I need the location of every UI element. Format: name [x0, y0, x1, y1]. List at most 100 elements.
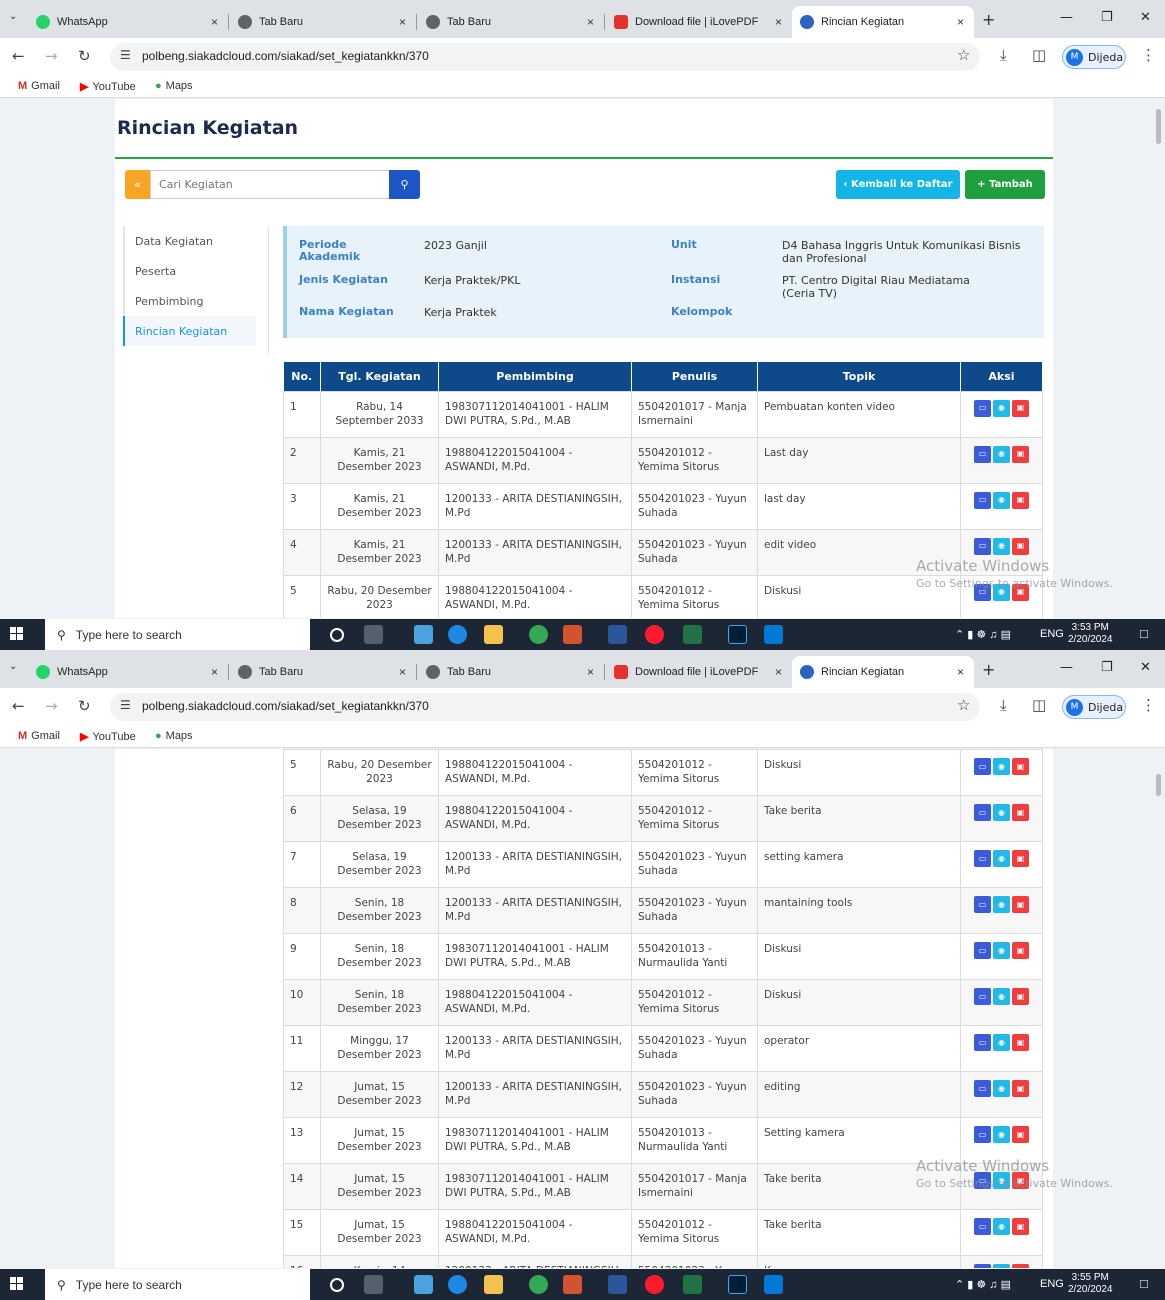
- monitor-icon[interactable]: ▭: [974, 850, 991, 867]
- powerpoint-icon[interactable]: [563, 1275, 582, 1294]
- monitor-icon[interactable]: ▭: [974, 1034, 991, 1051]
- tray-icons[interactable]: ⌃ ▮ ☸ ♫ ▤: [955, 1278, 1011, 1291]
- site-info-icon[interactable]: ☰: [120, 48, 131, 62]
- back-icon[interactable]: ←: [12, 47, 25, 65]
- window-close-icon[interactable]: ✕: [1140, 10, 1151, 25]
- excel-icon[interactable]: [683, 1275, 702, 1294]
- bookmark-maps[interactable]: ● Maps: [155, 80, 193, 92]
- menu-kebab-icon[interactable]: ⋮: [1141, 696, 1156, 714]
- photoshop-icon[interactable]: [728, 625, 747, 644]
- menu-kebab-icon[interactable]: ⋮: [1141, 46, 1156, 64]
- bookmark-youtube[interactable]: ▶ YouTube: [80, 80, 136, 94]
- chrome-icon[interactable]: [529, 625, 548, 644]
- bookmark-star-icon[interactable]: ☆: [957, 46, 970, 64]
- store-icon[interactable]: [484, 1275, 503, 1294]
- opera-icon[interactable]: [645, 1275, 664, 1294]
- tab-baru-2[interactable]: Tab Baru ×: [418, 6, 605, 38]
- reload-icon[interactable]: ↻: [78, 47, 91, 65]
- close-icon[interactable]: ×: [211, 15, 218, 29]
- eye-icon[interactable]: ◉: [993, 399, 1010, 417]
- word-icon[interactable]: [608, 625, 627, 644]
- eye-icon[interactable]: ◉: [993, 491, 1010, 509]
- trash-icon[interactable]: ▣: [1012, 942, 1029, 959]
- cortana-icon[interactable]: [330, 628, 344, 642]
- explorer-icon[interactable]: [414, 1275, 433, 1294]
- eye-icon[interactable]: ◉: [993, 850, 1010, 867]
- close-icon[interactable]: ×: [957, 15, 964, 29]
- tab-whatsapp[interactable]: WhatsApp ×: [28, 656, 229, 688]
- download-icon[interactable]: ⤓: [1000, 46, 1007, 64]
- sidebar-item-rincian-kegiatan[interactable]: Rincian Kegiatan: [123, 316, 256, 346]
- close-icon[interactable]: ×: [587, 15, 594, 29]
- close-icon[interactable]: ×: [775, 15, 782, 29]
- site-info-icon[interactable]: ☰: [120, 698, 131, 712]
- windows-start-icon[interactable]: [10, 627, 24, 641]
- monitor-icon[interactable]: ▭: [974, 399, 991, 417]
- trash-icon[interactable]: ▣: [1012, 850, 1029, 867]
- sidebar-item-pembimbing[interactable]: Pembimbing: [123, 286, 256, 316]
- eye-icon[interactable]: ◉: [993, 804, 1010, 821]
- monitor-icon[interactable]: ▭: [974, 896, 991, 913]
- trash-icon[interactable]: ▣: [1012, 1218, 1029, 1235]
- bookmark-gmail[interactable]: M Gmail: [18, 730, 60, 742]
- monitor-icon[interactable]: ▭: [974, 804, 991, 821]
- download-icon[interactable]: ⤓: [1000, 696, 1007, 714]
- eye-icon[interactable]: ◉: [993, 1126, 1010, 1143]
- eye-icon[interactable]: ◉: [993, 1218, 1010, 1235]
- taskbar-search[interactable]: ⚲ Type here to search: [45, 619, 310, 650]
- back-icon[interactable]: ←: [12, 697, 25, 715]
- trash-icon[interactable]: ▣: [1012, 1080, 1029, 1097]
- close-icon[interactable]: ×: [211, 665, 218, 679]
- add-button[interactable]: + Tambah: [965, 170, 1045, 199]
- eye-icon[interactable]: ◉: [993, 1080, 1010, 1097]
- edge-icon[interactable]: [448, 1275, 467, 1294]
- url-field[interactable]: ☰ polbeng.siakadcloud.com/siakad/set_kegi…: [110, 43, 980, 71]
- url-field[interactable]: ☰ polbeng.siakadcloud.com/siakad/set_kegi…: [110, 693, 980, 721]
- sidebar-item-peserta[interactable]: Peserta: [123, 256, 256, 286]
- windows-start-icon[interactable]: [10, 1277, 24, 1291]
- tray-icons[interactable]: ⌃ ▮ ☸ ♫ ▤: [955, 628, 1011, 641]
- profile-button[interactable]: M Dijeda: [1062, 45, 1126, 69]
- restore-icon[interactable]: ❐: [1101, 10, 1113, 25]
- window-close-icon[interactable]: ✕: [1140, 660, 1151, 675]
- tab-ilovepdf[interactable]: Download file | iLovePDF ×: [606, 6, 792, 38]
- monitor-icon[interactable]: ▭: [974, 1126, 991, 1143]
- forward-icon[interactable]: →: [45, 47, 58, 65]
- search-button[interactable]: ⚲: [389, 170, 420, 199]
- tab-whatsapp[interactable]: WhatsApp ×: [28, 6, 229, 38]
- monitor-icon[interactable]: ▭: [974, 491, 991, 509]
- collapse-button[interactable]: «: [125, 170, 150, 199]
- new-tab-icon[interactable]: +: [982, 660, 995, 679]
- eye-icon[interactable]: ◉: [993, 988, 1010, 1005]
- language-indicator[interactable]: ENG: [1040, 628, 1064, 640]
- mail-icon[interactable]: [764, 1275, 783, 1294]
- opera-icon[interactable]: [645, 625, 664, 644]
- bookmark-youtube[interactable]: ▶ YouTube: [80, 730, 136, 744]
- eye-icon[interactable]: ◉: [993, 896, 1010, 913]
- scrollbar-thumb[interactable]: [1156, 109, 1161, 144]
- cortana-icon[interactable]: [330, 1278, 344, 1292]
- back-to-list-button[interactable]: ‹ Kembali ke Daftar: [836, 170, 960, 199]
- trash-icon[interactable]: ▣: [1012, 445, 1029, 463]
- notification-icon[interactable]: □: [1140, 1276, 1148, 1291]
- trash-icon[interactable]: ▣: [1012, 758, 1029, 775]
- monitor-icon[interactable]: ▭: [974, 942, 991, 959]
- eye-icon[interactable]: ◉: [993, 445, 1010, 463]
- sidebar-item-data-kegiatan[interactable]: Data Kegiatan: [123, 226, 256, 256]
- language-indicator[interactable]: ENG: [1040, 1278, 1064, 1290]
- bookmark-star-icon[interactable]: ☆: [957, 696, 970, 714]
- trash-icon[interactable]: ▣: [1012, 491, 1029, 509]
- monitor-icon[interactable]: ▭: [974, 1080, 991, 1097]
- taskbar-search[interactable]: ⚲ Type here to search: [45, 1269, 310, 1300]
- trash-icon[interactable]: ▣: [1012, 988, 1029, 1005]
- task-view-icon[interactable]: [364, 625, 383, 644]
- clock[interactable]: 3:53 PM 2/20/2024: [1068, 622, 1113, 646]
- bookmark-gmail[interactable]: M Gmail: [18, 80, 60, 92]
- trash-icon[interactable]: ▣: [1012, 804, 1029, 821]
- monitor-icon[interactable]: ▭: [974, 1218, 991, 1235]
- restore-icon[interactable]: ❐: [1101, 660, 1113, 675]
- reload-icon[interactable]: ↻: [78, 697, 91, 715]
- forward-icon[interactable]: →: [45, 697, 58, 715]
- side-panel-icon[interactable]: ◫: [1032, 696, 1046, 714]
- trash-icon[interactable]: ▣: [1012, 1264, 1029, 1268]
